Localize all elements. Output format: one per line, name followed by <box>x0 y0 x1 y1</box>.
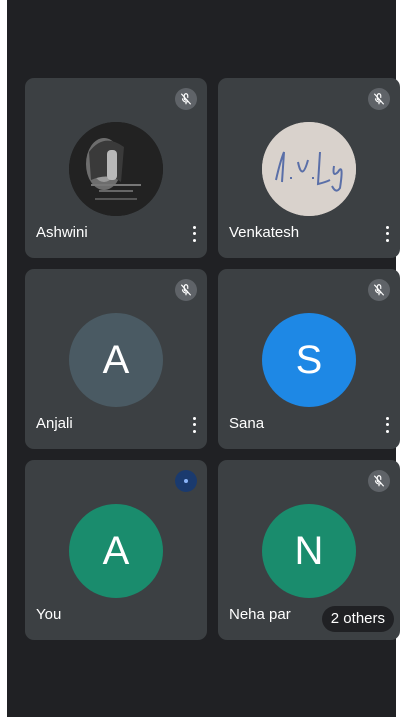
mic-off-icon <box>175 279 197 301</box>
participant-tile-you[interactable]: A You <box>25 460 207 640</box>
avatar-initial: A <box>102 528 130 573</box>
participant-tile-sana[interactable]: S Sana <box>218 269 400 449</box>
mic-off-icon <box>368 279 390 301</box>
mic-off-icon <box>368 470 390 492</box>
participant-name: You <box>36 606 62 623</box>
more-options-icon[interactable] <box>383 415 391 435</box>
photo-avatar-portrait-icon <box>69 122 163 216</box>
more-options-icon[interactable] <box>383 224 391 244</box>
mic-off-icon <box>175 88 197 110</box>
participant-name: Ashwini <box>36 224 88 241</box>
participant-name: Neha par <box>229 606 291 623</box>
participant-avatar <box>262 122 356 216</box>
avatar-initial: N <box>294 528 324 573</box>
meeting-screen: Ashwini Venkatesh A Anjali S Sana A You … <box>7 0 400 717</box>
participant-name: Venkatesh <box>229 224 300 241</box>
participant-name: Anjali <box>36 415 73 432</box>
participant-avatar: A <box>69 504 163 598</box>
participant-avatar: A <box>69 313 163 407</box>
participant-avatar: S <box>262 313 356 407</box>
participant-name: Sana <box>229 415 265 432</box>
more-options-icon[interactable] <box>190 224 198 244</box>
participant-tile-anjali[interactable]: A Anjali <box>25 269 207 449</box>
photo-avatar-signature-icon <box>262 122 356 216</box>
participant-tile-others[interactable]: N Neha par 2 others <box>218 460 400 640</box>
avatar-initial: A <box>102 337 130 382</box>
participant-tile-ashwini[interactable]: Ashwini <box>25 78 207 258</box>
others-count-chip[interactable]: 2 others <box>321 606 394 632</box>
participant-avatar <box>69 122 163 216</box>
avatar-initial: S <box>295 337 323 382</box>
more-options-icon[interactable] <box>190 415 198 435</box>
participant-tile-venkatesh[interactable]: Venkatesh <box>218 78 400 258</box>
participant-avatar: N <box>262 504 356 598</box>
mic-off-icon <box>368 88 390 110</box>
audio-level-icon <box>175 470 197 492</box>
